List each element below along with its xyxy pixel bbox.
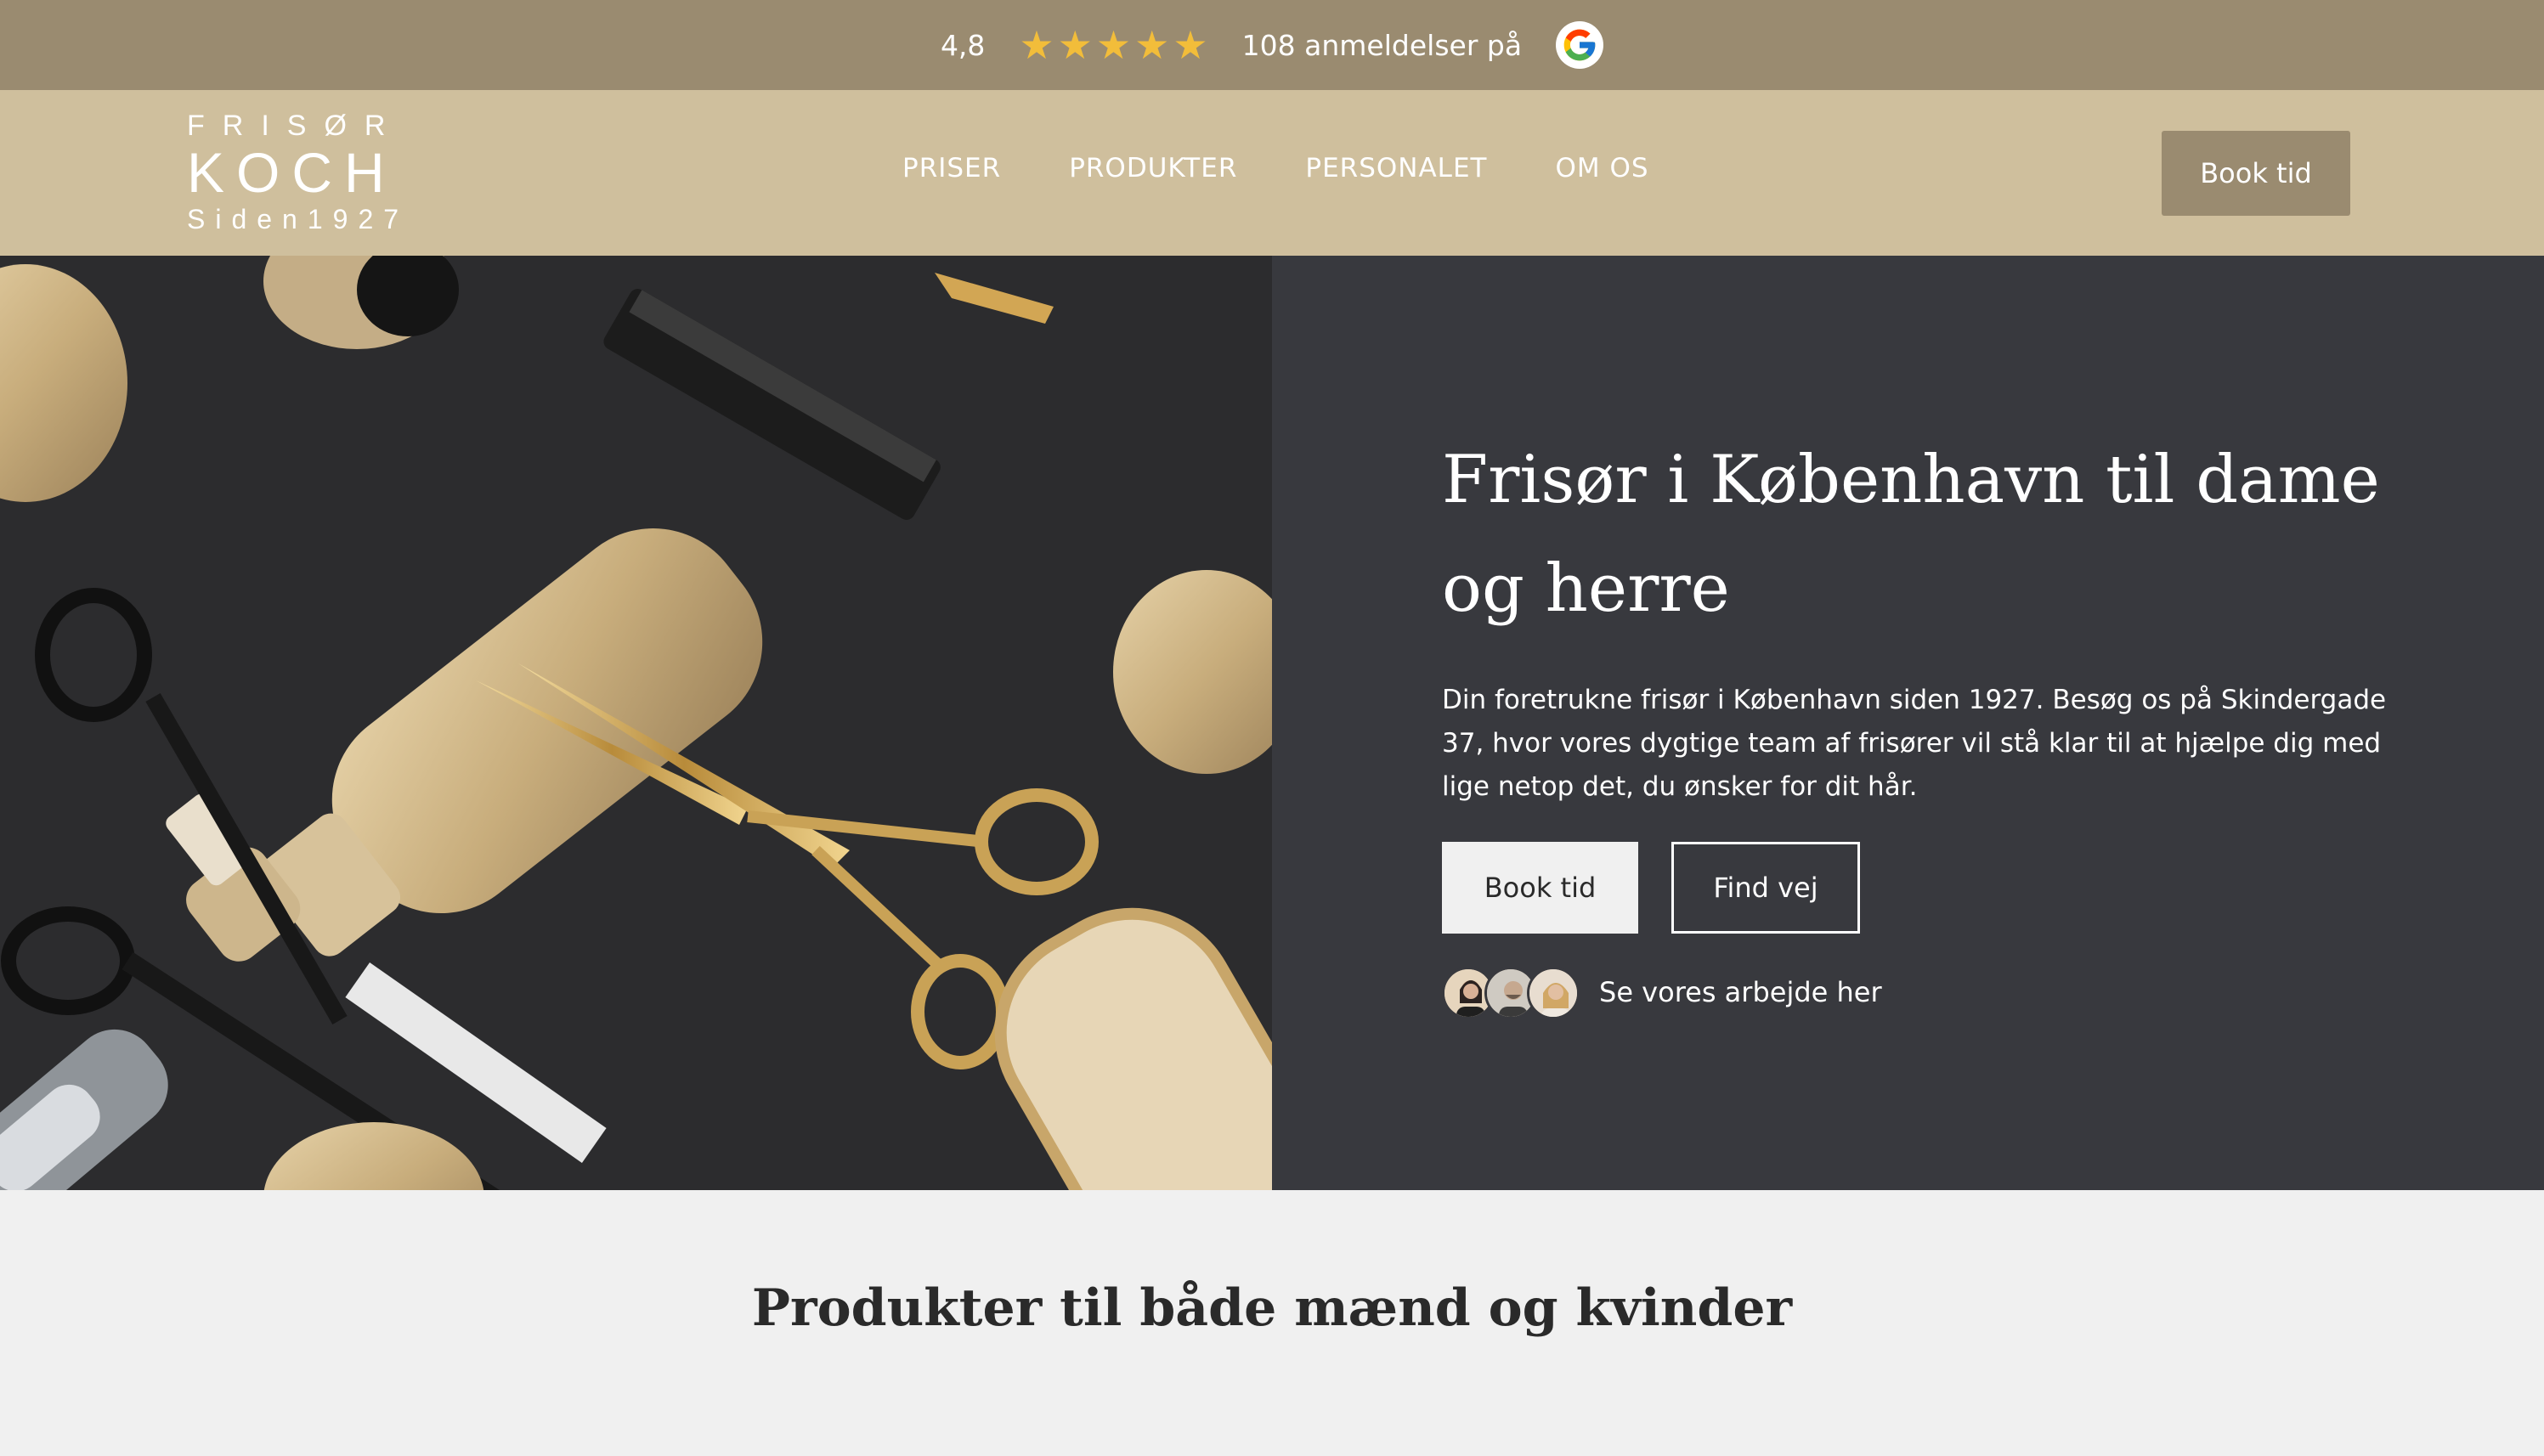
logo[interactable]: FRISØR KOCH Siden1927 — [187, 109, 409, 236]
team-avatars[interactable] — [1442, 967, 1580, 1019]
logo-line-1: FRISØR — [187, 110, 404, 142]
site-header: FRISØR KOCH Siden1927 PRISER PRODUKTER P… — [0, 90, 2544, 256]
star-icon: ★ — [1095, 22, 1132, 68]
hero-title: Frisør i København til dame og herre — [1442, 442, 2380, 627]
hero-image — [0, 256, 1272, 1190]
google-icon[interactable] — [1556, 21, 1604, 69]
nav-item-personalet[interactable]: PERSONALET — [1305, 153, 1487, 183]
star-icon: ★ — [1134, 22, 1170, 68]
star-icon: ★ — [1173, 22, 1208, 68]
hero-book-button[interactable]: Book tid — [1442, 842, 1638, 934]
hero-find-button[interactable]: Find vej — [1671, 842, 1860, 934]
avatar — [1527, 967, 1580, 1019]
nav-item-om-os[interactable]: OM OS — [1555, 153, 1648, 183]
nav-item-priser[interactable]: PRISER — [902, 153, 1001, 183]
hero-section: Frisør i København til dame og herre Din… — [0, 256, 2544, 1190]
rating-stars: ★ ★ ★ ★ ★ — [1019, 25, 1207, 65]
nav-item-produkter[interactable]: PRODUKTER — [1069, 153, 1237, 183]
logo-line-2: KOCH — [187, 141, 397, 204]
hero-panel: Frisør i København til dame og herre Din… — [1272, 256, 2544, 1190]
review-bar: 4,8 ★ ★ ★ ★ ★ 108 anmeldelser på — [0, 0, 2544, 90]
main-nav: PRISER PRODUKTER PERSONALET OM OS — [902, 153, 1649, 183]
rating-value: 4,8 — [940, 28, 986, 62]
products-section-title: Produkter til både mænd og kvinder — [751, 1278, 1793, 1338]
hero-description: Din foretrukne frisør i København siden … — [1442, 685, 2387, 802]
see-work-link[interactable]: Se vores arbejde her — [1599, 976, 1882, 1008]
star-icon: ★ — [1019, 22, 1054, 68]
logo-line-3: Siden1927 — [187, 204, 410, 234]
review-count-text[interactable]: 108 anmeldelser på — [1242, 29, 1522, 62]
header-book-button[interactable]: Book tid — [2162, 131, 2350, 216]
star-icon: ★ — [1057, 22, 1093, 68]
